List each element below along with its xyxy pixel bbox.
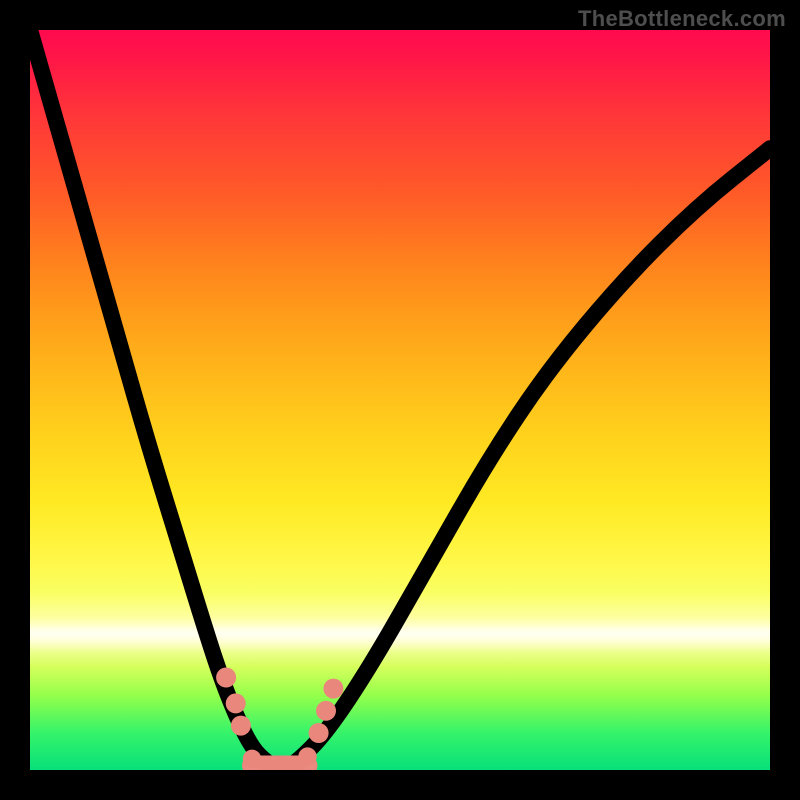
chart-stage: TheBottleneck.com: [0, 0, 800, 800]
watermark-text: TheBottleneck.com: [578, 6, 786, 32]
curve-marker: [216, 668, 236, 688]
curve-marker: [309, 723, 329, 743]
curve-marker: [287, 756, 306, 770]
curve-marker: [231, 716, 251, 736]
highlight-band: [30, 618, 770, 651]
curve-layer: [30, 30, 770, 770]
curve-marker: [243, 750, 262, 769]
curve-marker: [258, 757, 277, 770]
curve-marker: [316, 701, 336, 721]
curve-marker: [226, 693, 246, 713]
curve-marker: [323, 679, 343, 699]
bottleneck-curve: [30, 30, 770, 768]
curve-marker: [272, 757, 291, 770]
marker-layer: [216, 668, 343, 770]
chart-plot-area: [30, 30, 770, 770]
curve-marker: [298, 747, 317, 766]
